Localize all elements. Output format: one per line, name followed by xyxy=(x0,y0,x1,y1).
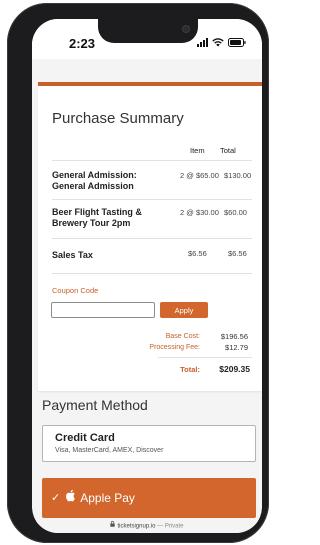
phone-screen: 2:23 Purchase Summary Item Total General… xyxy=(32,19,262,533)
divider xyxy=(158,357,252,358)
column-header-total: Total xyxy=(220,146,236,155)
camera-icon xyxy=(182,25,190,33)
processing-fee-label: Processing Fee: xyxy=(149,344,200,351)
line-item-quantity: 2 @ $65.00 xyxy=(180,171,219,180)
line-item-quantity: 2 @ $30.00 xyxy=(180,208,219,217)
line-item-name: General Admission: General Admission xyxy=(52,170,137,191)
coupon-code-label: Coupon Code xyxy=(52,286,99,295)
line-item-name: Beer Flight Tasting & Brewery Tour 2pm xyxy=(52,207,142,228)
divider xyxy=(52,273,252,274)
coupon-code-input[interactable] xyxy=(51,302,155,318)
line-item-name: Sales Tax xyxy=(52,250,93,260)
line-item-total: $60.00 xyxy=(224,208,247,217)
total-label: Total: xyxy=(180,365,200,374)
phone-frame: 2:23 Purchase Summary Item Total General… xyxy=(7,3,269,543)
line-item-quantity: $6.56 xyxy=(188,249,207,258)
browser-url-bar[interactable]: ticketsignup.io — Private xyxy=(32,521,262,533)
status-icons xyxy=(197,37,246,47)
battery-icon xyxy=(228,37,246,47)
total-value: $209.35 xyxy=(219,364,250,374)
status-bar: 2:23 xyxy=(32,19,262,59)
processing-fee-value: $12.79 xyxy=(225,343,248,352)
credit-card-option[interactable]: Credit Card Visa, MasterCard, AMEX, Disc… xyxy=(42,425,256,462)
lock-icon xyxy=(110,521,116,531)
notch xyxy=(98,19,198,43)
status-time: 2:23 xyxy=(69,36,96,51)
apple-pay-button[interactable]: ✓ Apple Pay xyxy=(42,478,256,518)
payment-method-title: Payment Method xyxy=(42,397,148,413)
url-separator: — xyxy=(155,523,165,530)
page-content: Purchase Summary Item Total General Admi… xyxy=(32,59,262,533)
apple-icon xyxy=(65,489,76,507)
base-cost-value: $196.56 xyxy=(220,332,248,341)
line-item-total: $130.00 xyxy=(224,171,252,180)
signal-icon xyxy=(197,37,208,47)
line-item-total: $6.56 xyxy=(228,249,247,258)
purchase-summary-card: Purchase Summary Item Total General Admi… xyxy=(38,82,262,391)
private-label: Private xyxy=(164,523,184,530)
credit-card-title: Credit Card xyxy=(55,432,115,444)
apply-coupon-button[interactable]: Apply xyxy=(160,302,208,318)
browser-url: ticketsignup.io xyxy=(117,523,156,530)
column-header-item: Item xyxy=(190,146,205,155)
divider xyxy=(52,238,252,239)
divider xyxy=(52,199,252,200)
credit-card-brands: Visa, MasterCard, AMEX, Discover xyxy=(55,447,164,454)
apple-pay-label: Apple Pay xyxy=(80,491,135,505)
base-cost-label: Base Cost: xyxy=(165,333,200,340)
divider xyxy=(52,160,252,161)
purchase-summary-title: Purchase Summary xyxy=(52,110,184,127)
check-icon: ✓ xyxy=(51,491,61,504)
wifi-icon xyxy=(212,37,224,47)
